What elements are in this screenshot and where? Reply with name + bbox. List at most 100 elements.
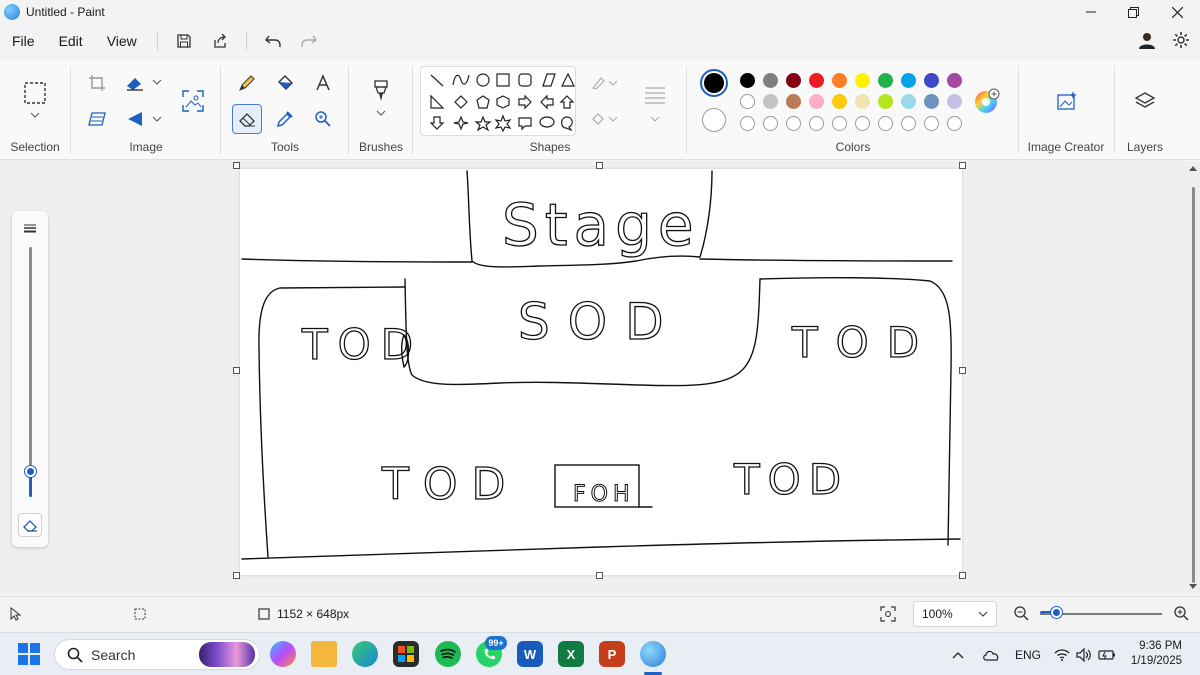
color-swatch[interactable]	[786, 73, 801, 88]
zoom-out-icon[interactable]	[1013, 605, 1029, 621]
skew-button[interactable]	[82, 104, 112, 134]
menu-edit[interactable]: Edit	[47, 26, 95, 56]
color-swatch[interactable]	[740, 94, 755, 109]
resize-handle[interactable]	[233, 367, 240, 374]
brush-size-track[interactable]	[29, 247, 32, 497]
secondary-color-swatch[interactable]	[702, 108, 726, 132]
custom-color-slot[interactable]	[947, 116, 962, 131]
custom-color-slot[interactable]	[901, 116, 916, 131]
chevron-down-icon[interactable]	[30, 112, 40, 118]
drawing-canvas[interactable]: Stage SOD TOD TOD TOD FOH TOD	[240, 169, 962, 575]
account-button[interactable]	[1138, 31, 1156, 52]
color-swatch[interactable]	[855, 94, 870, 109]
quick-settings[interactable]	[1054, 633, 1116, 675]
fill-tool[interactable]	[270, 68, 300, 98]
custom-color-slot[interactable]	[832, 116, 847, 131]
custom-color-slot[interactable]	[763, 116, 778, 131]
taskbar-search[interactable]: Search	[54, 639, 260, 670]
color-swatch[interactable]	[740, 73, 755, 88]
restore-button[interactable]	[1110, 0, 1156, 24]
color-swatch[interactable]	[832, 94, 847, 109]
close-button[interactable]	[1154, 0, 1200, 24]
zoom-in-icon[interactable]	[1173, 605, 1189, 621]
resize-handle[interactable]	[959, 367, 966, 374]
eraser-tool[interactable]	[232, 104, 262, 134]
chevron-down-icon[interactable]	[152, 79, 162, 85]
fit-to-window-icon[interactable]	[880, 606, 896, 622]
taskbar-clock[interactable]: 9:36 PM 1/19/2025	[1131, 639, 1182, 669]
resize-handle[interactable]	[233, 162, 240, 169]
remove-background-button[interactable]	[178, 86, 208, 116]
shape-outline-button[interactable]	[590, 68, 620, 98]
edge-browser-icon[interactable]	[352, 641, 378, 667]
vertical-scrollbar[interactable]	[1188, 161, 1198, 594]
undo-button[interactable]	[259, 27, 287, 55]
color-swatch[interactable]	[763, 94, 778, 109]
color-swatch[interactable]	[947, 94, 962, 109]
color-swatch[interactable]	[832, 73, 847, 88]
zoom-select[interactable]: 100%	[913, 601, 997, 627]
file-explorer-icon[interactable]	[311, 641, 337, 667]
magnifier-tool[interactable]	[308, 104, 338, 134]
color-swatch[interactable]	[855, 73, 870, 88]
color-swatch[interactable]	[947, 73, 962, 88]
zoom-slider-thumb[interactable]	[1051, 607, 1063, 618]
brush-size-thumb[interactable]	[25, 466, 36, 477]
word-icon[interactable]: W	[517, 641, 543, 667]
color-swatch[interactable]	[809, 73, 824, 88]
resize-handle[interactable]	[596, 162, 603, 169]
image-creator-button[interactable]	[1052, 86, 1082, 116]
shapes-gallery[interactable]	[420, 66, 576, 136]
color-swatch[interactable]	[878, 73, 893, 88]
share-button[interactable]	[206, 27, 234, 55]
crop-button[interactable]	[82, 68, 112, 98]
spotify-icon[interactable]	[435, 641, 461, 667]
edit-colors-button[interactable]	[974, 88, 1000, 114]
language-indicator[interactable]: ENG	[1015, 633, 1041, 675]
chevron-down-icon[interactable]	[650, 116, 660, 122]
color-swatch[interactable]	[901, 94, 916, 109]
show-hidden-icons[interactable]	[952, 633, 964, 675]
brushes-button[interactable]	[366, 76, 396, 106]
menu-view[interactable]: View	[95, 26, 149, 56]
save-button[interactable]	[170, 27, 198, 55]
menu-file[interactable]: File	[0, 26, 47, 56]
powerpoint-icon[interactable]: P	[599, 641, 625, 667]
shape-style-button[interactable]	[640, 80, 670, 110]
custom-color-slot[interactable]	[855, 116, 870, 131]
redo-button[interactable]	[295, 27, 323, 55]
microsoft-store-icon[interactable]	[393, 641, 419, 667]
resize-handle[interactable]	[959, 572, 966, 579]
resize-button[interactable]	[120, 68, 150, 98]
selection-button[interactable]	[20, 78, 50, 108]
custom-color-slot[interactable]	[878, 116, 893, 131]
resize-handle[interactable]	[233, 572, 240, 579]
layers-group[interactable]: Layers	[1116, 60, 1174, 160]
settings-button[interactable]	[1172, 31, 1190, 52]
color-swatch[interactable]	[763, 73, 778, 88]
color-swatch[interactable]	[786, 94, 801, 109]
primary-color-swatch[interactable]	[700, 69, 728, 97]
color-swatch[interactable]	[901, 73, 916, 88]
custom-color-slot[interactable]	[740, 116, 755, 131]
text-tool[interactable]	[308, 68, 338, 98]
color-picker-tool[interactable]	[270, 104, 300, 134]
copilot-icon[interactable]	[270, 641, 296, 667]
custom-color-slot[interactable]	[809, 116, 824, 131]
resize-handle[interactable]	[959, 162, 966, 169]
onedrive-status[interactable]	[982, 633, 1000, 675]
minimize-button[interactable]	[1068, 0, 1114, 24]
paint-taskbar-icon[interactable]	[640, 641, 666, 667]
color-swatch[interactable]	[809, 94, 824, 109]
rotate-button[interactable]	[120, 104, 150, 134]
chevron-down-icon[interactable]	[376, 110, 386, 116]
color-swatch[interactable]	[924, 94, 939, 109]
pencil-tool[interactable]	[232, 68, 262, 98]
eraser-mode-button[interactable]	[18, 513, 42, 537]
excel-icon[interactable]: X	[558, 641, 584, 667]
custom-color-slot[interactable]	[924, 116, 939, 131]
layers-button[interactable]	[1130, 86, 1160, 116]
scroll-down-icon[interactable]	[1189, 584, 1197, 590]
scroll-up-icon[interactable]	[1189, 165, 1197, 171]
custom-color-slot[interactable]	[786, 116, 801, 131]
